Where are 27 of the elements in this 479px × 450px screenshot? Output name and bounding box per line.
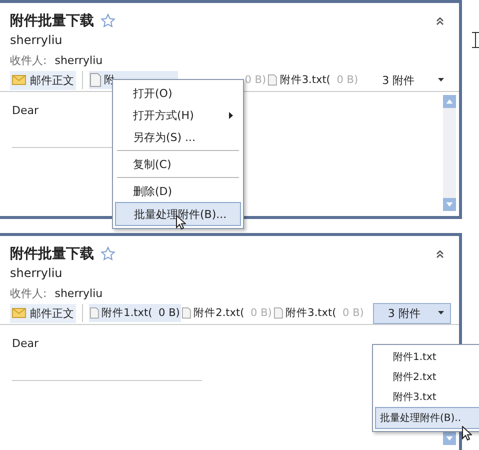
attachment-item[interactable]: 附件2.txt( 0 B) xyxy=(180,304,273,322)
mail-body-tab[interactable]: 邮件正文 xyxy=(10,70,76,90)
menu-item[interactable]: 打开方式(H) xyxy=(115,104,241,126)
sender-name: sherryliu xyxy=(10,266,64,282)
email-title: 附件批量下载 xyxy=(10,245,94,263)
menu-item[interactable]: 复制(C) xyxy=(115,153,241,175)
email-body-text: Dear xyxy=(12,104,39,117)
sender-name: sherryliu xyxy=(10,33,64,49)
email-title: 附件批量下载 xyxy=(10,12,94,30)
menu-item[interactable]: 另存为(S) ... xyxy=(115,126,241,148)
attachment-item[interactable]: 附件3.txt( 0 B) xyxy=(272,304,365,322)
recipient-name: sherryliu xyxy=(54,54,103,66)
recipient-label: 收件人: xyxy=(10,52,47,68)
mail-body-tab[interactable]: 邮件正文 xyxy=(10,304,76,322)
recipient-label: 收件人: xyxy=(10,286,47,300)
recipient-name: sherryliu xyxy=(54,286,103,300)
attachment-item[interactable]: 附件3.txt( 0 B) xyxy=(267,71,360,89)
email-body-text: Dear xyxy=(12,337,39,350)
menu-item[interactable]: 附件2.txt xyxy=(375,367,479,387)
menu-item[interactable]: 删除(D) xyxy=(115,180,241,202)
menu-item[interactable]: 附件3.txt xyxy=(375,387,479,407)
menu-item[interactable]: 附件1.txt xyxy=(375,347,479,367)
attachment-count-dropdown[interactable]: 3 附件 xyxy=(367,70,451,90)
menu-item[interactable]: 批量处理附件(B)... xyxy=(115,202,241,226)
attachment-count-dropdown[interactable]: 3 附件 xyxy=(372,302,451,324)
attachment-item[interactable]: 附件1.txt( 0 B) xyxy=(88,304,181,322)
menu-item[interactable]: 批量处理附件(B).. xyxy=(375,407,479,429)
